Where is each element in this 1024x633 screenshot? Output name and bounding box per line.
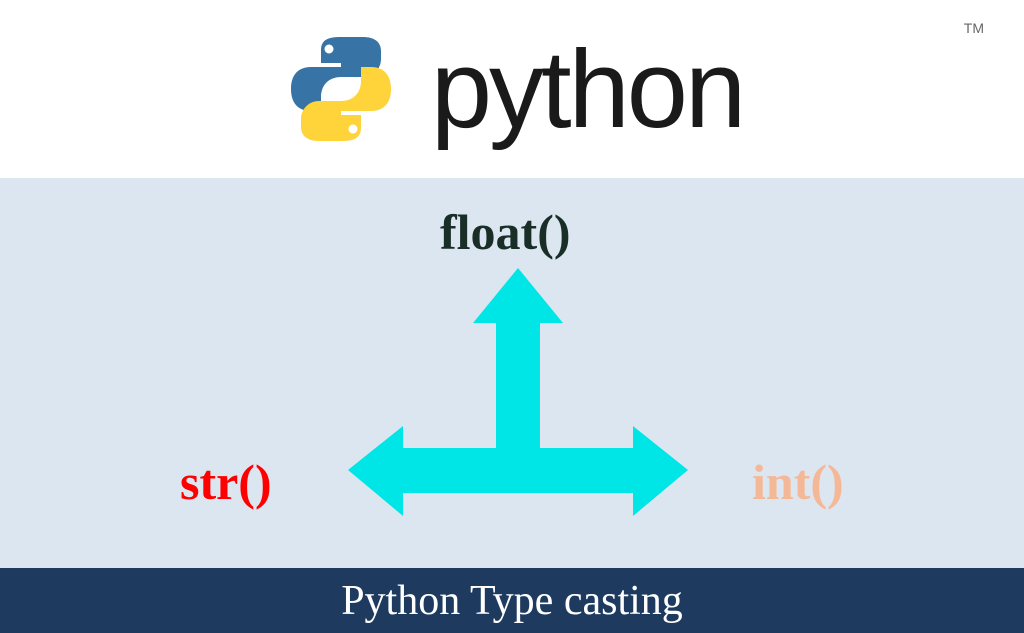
diagram-section: float() str() int()	[0, 178, 1024, 568]
trademark-symbol: TM	[964, 20, 984, 36]
python-logo-icon	[281, 29, 401, 149]
str-function-label: str()	[180, 453, 272, 511]
float-function-label: float()	[440, 203, 571, 261]
header-section: python TM	[0, 0, 1024, 178]
footer-section: Python Type casting	[0, 568, 1024, 633]
int-function-label: int()	[752, 453, 844, 511]
brand-title: python	[431, 26, 743, 153]
footer-title: Python Type casting	[341, 577, 683, 625]
three-way-arrow-icon	[348, 268, 688, 548]
